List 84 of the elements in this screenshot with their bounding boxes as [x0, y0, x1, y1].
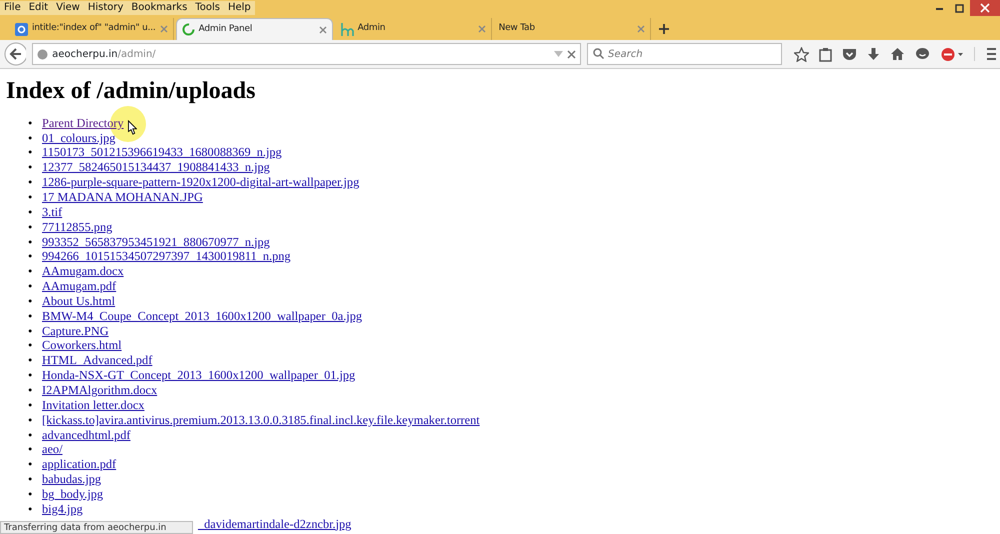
bullet: •: [28, 472, 34, 487]
bullet: •: [28, 442, 34, 458]
bullet: •: [28, 398, 34, 413]
file-link[interactable]: 17 MADANA MOHANAN.JPG: [42, 190, 203, 205]
file-link[interactable]: babudas.jpg: [42, 472, 102, 487]
file-link[interactable]: Invitation letter.docx: [42, 398, 144, 413]
file-link[interactable]: HTML_Advanced.pdf: [42, 353, 152, 368]
google-icon: [15, 22, 28, 36]
file-link[interactable]: bg_body.jpg: [42, 486, 104, 502]
bullet: •: [28, 130, 34, 146]
bullet: •: [28, 486, 34, 502]
bullet: •: [28, 353, 34, 368]
menu-item[interactable]: History: [84, 1, 128, 15]
file-link[interactable]: BMW-M4_Coupe_Concept_2013_1600x1200_wallpaper_0a.jpg: [42, 308, 362, 324]
bullet: •: [28, 368, 34, 383]
file-link[interactable]: 01_colours.jpg: [42, 130, 116, 146]
file-link[interactable]: 77112855.png: [42, 220, 112, 235]
bullet: •: [28, 382, 34, 398]
bullet: •: [28, 116, 34, 131]
download-icon[interactable]: [867, 46, 880, 62]
bullet: •: [28, 294, 34, 309]
bullet: •: [28, 190, 34, 205]
file-link[interactable]: AAmugam.docx: [42, 264, 124, 280]
file-link[interactable]: advancedhtml.pdf: [42, 428, 130, 442]
bullet: •: [28, 308, 34, 324]
menu-item[interactable]: File: [0, 1, 25, 15]
file-link[interactable]: 1150173_501215396619433_1680088369_n.jpg: [42, 145, 282, 160]
bullet: •: [28, 220, 34, 235]
file-link[interactable]: Coworkers.html: [42, 338, 122, 354]
file-link[interactable]: AAmugam.pdf: [42, 279, 116, 294]
bullet: •: [28, 160, 34, 176]
bullet: •: [28, 412, 34, 428]
menu-icon[interactable]: [974, 47, 996, 61]
clipboard-icon[interactable]: [819, 46, 832, 62]
page-heading: Index of /admin/uploads: [6, 77, 256, 106]
menu-item[interactable]: Tools: [191, 1, 224, 15]
bullet: •: [28, 175, 34, 190]
bullet: •: [28, 324, 34, 338]
close-tab-icon[interactable]: [318, 26, 327, 34]
globe-icon: [37, 48, 48, 60]
clear-icon[interactable]: [567, 50, 576, 58]
pocket-icon[interactable]: [842, 47, 857, 61]
file-link[interactable]: Honda-NSX-GT_Concept_2013_1600x1200_wallpaper_01.jpg: [42, 368, 356, 383]
file-link[interactable]: 994266_10151534507297397_1430019811_n.png: [42, 249, 291, 264]
status-bar: Transferring data from aeocherpu.in: [0, 521, 193, 534]
file-link[interactable]: I2APMAlgorithm.docx: [42, 382, 158, 398]
bullet: •: [28, 234, 34, 250]
bullet: •: [28, 264, 34, 280]
url-text: aeocherpu.in/admin/: [52, 48, 156, 60]
file-link[interactable]: application.pdf: [42, 457, 116, 472]
addon-icon[interactable]: [940, 46, 964, 62]
bullet: •: [28, 502, 34, 517]
bullet: •: [28, 249, 34, 264]
bullet: •: [28, 338, 34, 354]
menu-item[interactable]: Help: [224, 1, 255, 15]
search-field[interactable]: Search: [587, 43, 782, 65]
browser-tab[interactable]: Admin Panel: [176, 18, 333, 40]
bullet: •: [28, 428, 34, 442]
file-link[interactable]: 993352_565837953451921_880670977_n.jpg: [42, 234, 270, 250]
file-link[interactable]: _davidemartindale-d2zncbr.jpg: [198, 516, 352, 532]
close-icon[interactable]: [970, 0, 1000, 16]
menu-item[interactable]: Bookmarks: [127, 1, 192, 15]
file-link[interactable]: aeo/: [42, 442, 62, 458]
address-bar[interactable]: aeocherpu.in/admin/: [32, 43, 581, 65]
bullet: •: [28, 279, 34, 294]
file-link[interactable]: About Us.html: [42, 294, 116, 309]
h-logo-icon: [340, 22, 354, 36]
bullet: •: [28, 145, 34, 160]
chat-icon[interactable]: [915, 47, 930, 61]
cursor-icon: [127, 120, 137, 135]
home-icon[interactable]: [890, 47, 905, 61]
back-button[interactable]: [4, 42, 26, 66]
menu-item[interactable]: Edit: [24, 1, 52, 15]
bullet: •: [28, 457, 34, 472]
bullet: •: [28, 204, 34, 220]
file-link[interactable]: Capture.PNG: [42, 324, 109, 338]
file-link[interactable]: [kickass.to]avira.antivirus.premium.2013.13.0.0.3185.final.incl.key.file.keymaker.torrent: [42, 412, 480, 428]
file-link[interactable]: 3.tif: [42, 204, 62, 220]
loading-icon: [182, 23, 195, 36]
file-link[interactable]: 12377_582465015134437_1908841433_n.jpg: [42, 160, 270, 176]
file-link[interactable]: 1286-purple-square-pattern-1920x1200-digital-art-wallpaper.jpg: [42, 175, 360, 190]
menu-item[interactable]: View: [52, 1, 84, 15]
star-icon[interactable]: [794, 46, 809, 62]
file-link[interactable]: big4.jpg: [42, 502, 83, 517]
